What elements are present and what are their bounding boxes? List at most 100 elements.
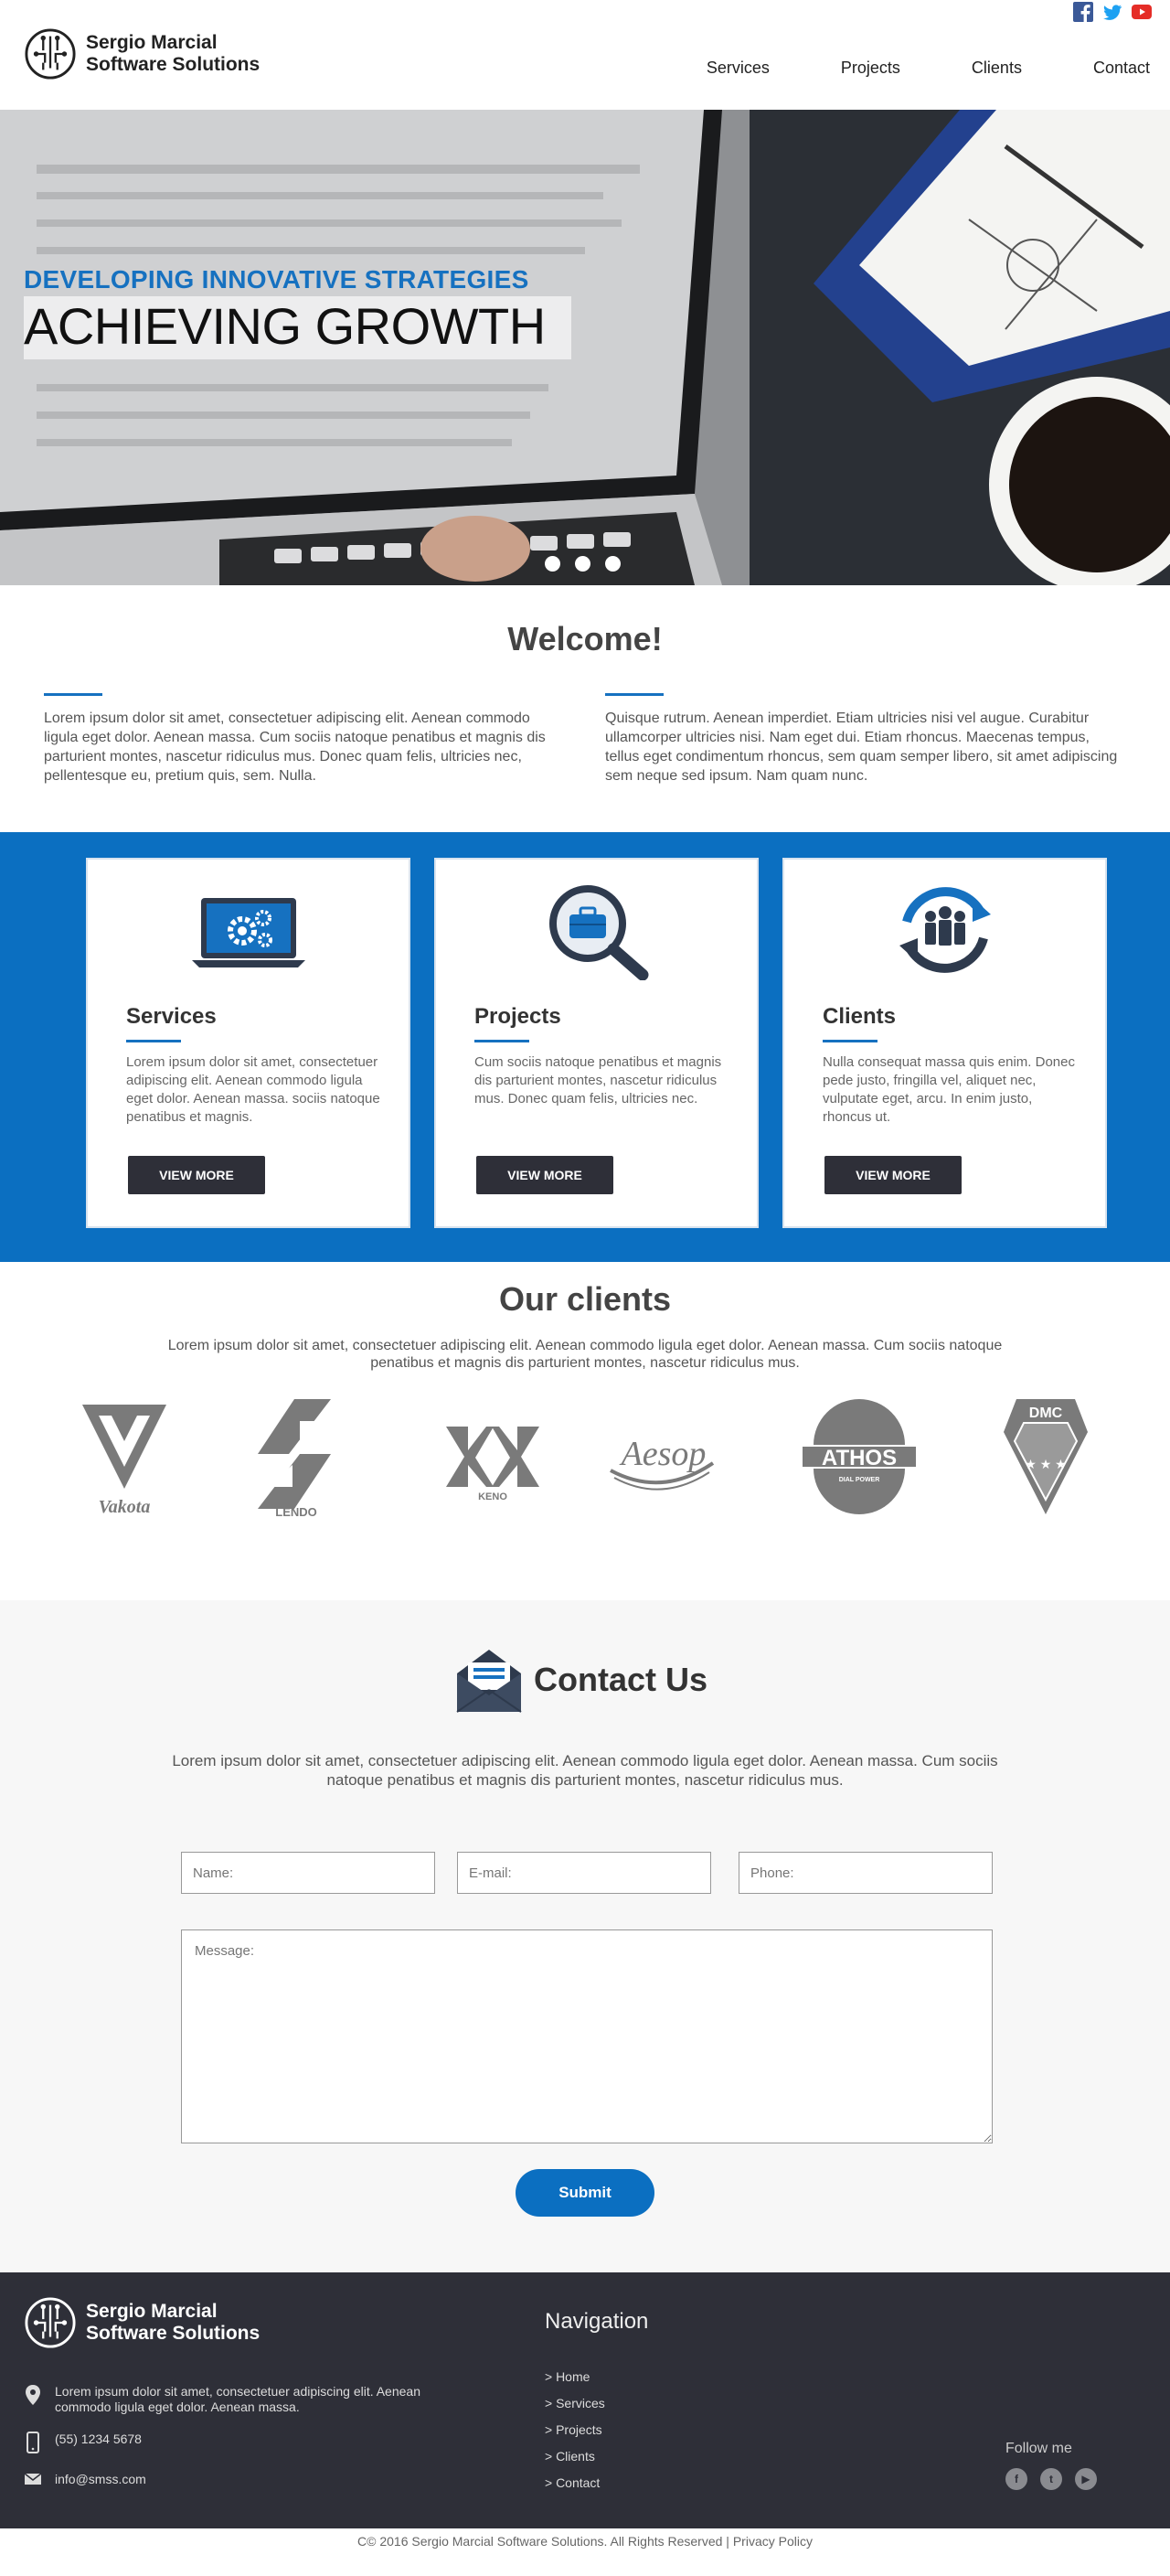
footer-nav-services[interactable]: > Services — [545, 2396, 648, 2422]
view-more-button[interactable]: VIEW MORE — [128, 1156, 265, 1194]
footer-nav-contact[interactable]: > Contact — [545, 2475, 648, 2502]
facebook-icon[interactable] — [1073, 2, 1093, 22]
svg-text:DMC: DMC — [1029, 1406, 1063, 1421]
brand-name: Sergio Marcial Software Solutions — [86, 32, 260, 76]
footer-brand-logo[interactable]: Sergio Marcial Software Solutions — [24, 2296, 260, 2349]
accent-bar — [126, 1040, 181, 1042]
welcome-column: Lorem ipsum dolor sit amet, consectetuer… — [44, 693, 565, 786]
follow-label: Follow me — [1005, 2441, 1072, 2456]
client-logos: Vakota LENDO KENO Aesop ATHOS DIAL POWER — [0, 1399, 1170, 1536]
accent-bar — [44, 693, 102, 696]
client-logo-vakota[interactable]: Vakota — [79, 1399, 170, 1518]
svg-text:Vakota: Vakota — [99, 1497, 151, 1517]
card-text: Lorem ipsum dolor sit amet, consectetuer… — [126, 1054, 380, 1125]
card-title: Clients — [823, 1004, 897, 1029]
youtube-icon[interactable] — [1132, 2, 1152, 22]
client-logo-lendo[interactable]: LENDO — [252, 1399, 340, 1518]
nav-contact[interactable]: Contact — [1093, 59, 1150, 78]
brand-line1: Sergio Marcial — [86, 2301, 218, 2322]
laptop-gear-icon — [191, 898, 305, 967]
welcome-title: Welcome! — [507, 620, 663, 657]
phone-field[interactable] — [739, 1852, 993, 1894]
clients-text: Lorem ipsum dolor sit amet, consectetuer… — [167, 1338, 1003, 1371]
footer-address: Lorem ipsum dolor sit amet, consectetuer… — [24, 2384, 439, 2415]
slider-dot[interactable] — [545, 556, 560, 572]
email-link[interactable]: info@smss.com — [55, 2472, 439, 2487]
submit-button[interactable]: Submit — [516, 2169, 654, 2217]
twitter-icon[interactable]: t — [1040, 2468, 1062, 2490]
svg-text:★ ★ ★: ★ ★ ★ — [1025, 1457, 1066, 1471]
location-pin-icon — [26, 2385, 40, 2405]
card-title: Services — [126, 1004, 217, 1029]
brand-line2: Software Solutions — [86, 54, 261, 75]
nav-clients[interactable]: Clients — [972, 59, 1022, 78]
copyright-text: C© 2016 Sergio Marcial Software Solution… — [357, 2534, 813, 2549]
circuit-logo-icon — [25, 28, 76, 80]
social-links — [1073, 2, 1152, 22]
client-logo-athos[interactable]: ATHOS DIAL POWER — [801, 1399, 918, 1518]
nav-projects[interactable]: Projects — [841, 59, 900, 78]
accent-bar — [823, 1040, 878, 1042]
footer-nav-projects[interactable]: > Projects — [545, 2422, 648, 2449]
welcome-text: Quisque rutrum. Aenean imperdiet. Etiam … — [605, 711, 1118, 784]
nav-services[interactable]: Services — [707, 59, 770, 78]
hero-slider: DEVELOPING INNOVATIVE STRATEGIES ACHIEVI… — [0, 110, 1170, 585]
accent-bar — [605, 693, 664, 696]
card-clients: Clients Nulla consequat massa quis enim.… — [782, 858, 1107, 1228]
contact-title: Contact Us — [534, 1661, 708, 1698]
site-footer: Sergio Marcial Software Solutions Lorem … — [0, 2272, 1170, 2528]
svg-text:ATHOS: ATHOS — [822, 1446, 897, 1470]
facebook-icon[interactable]: f — [1005, 2468, 1027, 2490]
features-band: Services Lorem ipsum dolor sit amet, con… — [0, 832, 1170, 1262]
clients-section: Our clients Lorem ipsum dolor sit amet, … — [0, 1262, 1170, 1600]
welcome-section: Welcome! Lorem ipsum dolor sit amet, con… — [0, 585, 1170, 832]
svg-text:Aesop: Aesop — [619, 1435, 707, 1473]
email-field[interactable] — [457, 1852, 711, 1894]
card-text: Cum sociis natoque penatibus et magnis d… — [474, 1054, 722, 1106]
brand-line2: Software Solutions — [86, 2323, 261, 2344]
hero-title: ACHIEVING GROWTH — [24, 296, 571, 359]
phone-icon — [27, 2432, 39, 2453]
svg-text:KENO: KENO — [478, 1491, 507, 1502]
card-services: Services Lorem ipsum dolor sit amet, con… — [86, 858, 410, 1228]
client-logo-keno[interactable]: KENO — [442, 1399, 543, 1518]
footer-navigation: Navigation > Home > Services > Projects … — [545, 2309, 648, 2502]
follow-block: Follow me f t ▶ — [1005, 2441, 1097, 2490]
footer-phone: (55) 1234 5678 — [24, 2432, 439, 2453]
client-logo-dmc[interactable]: DMC ★ ★ ★ — [1000, 1399, 1091, 1518]
view-more-button[interactable]: VIEW MORE — [824, 1156, 962, 1194]
magnifier-briefcase-icon — [548, 885, 648, 980]
footer-brand-name: Sergio Marcial Software Solutions — [86, 2301, 260, 2345]
site-header: Sergio Marcial Software Solutions Servic… — [0, 0, 1170, 110]
client-logo-aesop[interactable]: Aesop — [607, 1399, 717, 1518]
brand-logo[interactable]: Sergio Marcial Software Solutions — [24, 27, 260, 80]
twitter-icon[interactable] — [1102, 2, 1122, 22]
slider-dot[interactable] — [575, 556, 590, 572]
name-field[interactable] — [181, 1852, 435, 1894]
card-text: Nulla consequat massa quis enim. Donec p… — [823, 1054, 1075, 1125]
hero-subtitle: DEVELOPING INNOVATIVE STRATEGIES — [24, 265, 529, 294]
contact-heading: Contact Us — [455, 1646, 707, 1714]
accent-bar — [474, 1040, 529, 1042]
contact-text: Lorem ipsum dolor sit amet, consectetuer… — [172, 1752, 998, 1789]
contact-section: Contact Us Lorem ipsum dolor sit amet, c… — [0, 1600, 1170, 2272]
phone-text: (55) 1234 5678 — [55, 2432, 142, 2446]
welcome-column: Quisque rutrum. Aenean imperdiet. Etiam … — [605, 693, 1126, 786]
mail-icon — [24, 2473, 42, 2485]
footer-nav-clients[interactable]: > Clients — [545, 2449, 648, 2475]
clients-title: Our clients — [498, 1280, 672, 1318]
footer-nav-title: Navigation — [545, 2309, 649, 2334]
youtube-icon[interactable]: ▶ — [1075, 2468, 1097, 2490]
brand-line1: Sergio Marcial — [86, 32, 218, 53]
hero-caption: DEVELOPING INNOVATIVE STRATEGIES ACHIEVI… — [24, 265, 571, 359]
welcome-text: Lorem ipsum dolor sit amet, consectetuer… — [44, 711, 546, 784]
circuit-logo-icon — [25, 2297, 76, 2348]
copyright-bar: C© 2016 Sergio Marcial Software Solution… — [0, 2528, 1170, 2565]
message-field[interactable] — [181, 1929, 993, 2143]
slider-dot[interactable] — [605, 556, 621, 572]
svg-text:LENDO: LENDO — [275, 1505, 317, 1518]
footer-nav-home[interactable]: > Home — [545, 2369, 648, 2396]
view-more-button[interactable]: VIEW MORE — [476, 1156, 613, 1194]
slider-dots — [545, 556, 621, 572]
address-text: Lorem ipsum dolor sit amet, consectetuer… — [55, 2384, 420, 2414]
